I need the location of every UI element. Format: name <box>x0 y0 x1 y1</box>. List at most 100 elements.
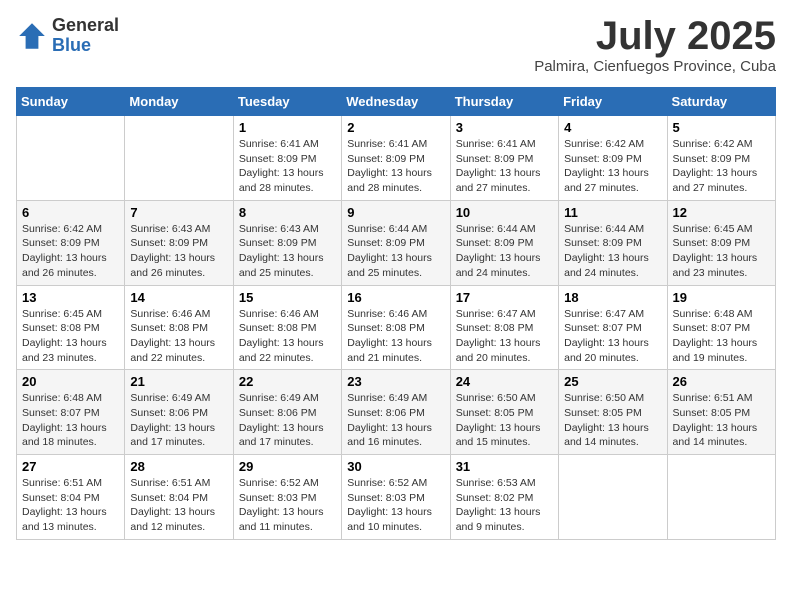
day-info: Sunrise: 6:43 AM Sunset: 8:09 PM Dayligh… <box>239 222 336 281</box>
day-info: Sunrise: 6:46 AM Sunset: 8:08 PM Dayligh… <box>347 307 444 366</box>
day-number: 20 <box>22 374 119 389</box>
day-number: 15 <box>239 290 336 305</box>
calendar-cell: 5 Sunrise: 6:42 AM Sunset: 8:09 PM Daylig… <box>667 116 775 201</box>
calendar-body: 1 Sunrise: 6:41 AM Sunset: 8:09 PM Daylig… <box>17 116 776 540</box>
calendar-cell: 16Sunrise: 6:46 AM Sunset: 8:08 PM Dayli… <box>342 285 450 370</box>
calendar-cell: 24 Sunrise: 6:50 AM Sunset: 8:05 PM Dayli… <box>450 370 558 455</box>
day-info: Sunrise: 6:47 AM Sunset: 8:08 PM Dayligh… <box>456 307 553 366</box>
day-info: Sunrise: 6:46 AM Sunset: 8:08 PM Dayligh… <box>239 307 336 366</box>
day-number: 4 <box>564 120 661 135</box>
calendar-cell: 11 Sunrise: 6:44 AM Sunset: 8:09 PM Dayli… <box>559 200 667 285</box>
day-number: 28 <box>130 459 227 474</box>
calendar-cell: 4 Sunrise: 6:42 AM Sunset: 8:09 PM Daylig… <box>559 116 667 201</box>
calendar-cell: 29Sunrise: 6:52 AM Sunset: 8:03 PM Dayli… <box>233 455 341 540</box>
calendar-cell: 3Sunrise: 6:41 AM Sunset: 8:09 PM Daylig… <box>450 116 558 201</box>
calendar-cell: 1 Sunrise: 6:41 AM Sunset: 8:09 PM Daylig… <box>233 116 341 201</box>
logo-text: General Blue <box>52 16 119 56</box>
calendar-week-row: 1 Sunrise: 6:41 AM Sunset: 8:09 PM Daylig… <box>17 116 776 201</box>
calendar-cell: 18 Sunrise: 6:47 AM Sunset: 8:07 PM Dayli… <box>559 285 667 370</box>
weekday-header: Monday <box>125 88 233 116</box>
day-info: Sunrise: 6:51 AM Sunset: 8:04 PM Dayligh… <box>130 476 227 535</box>
day-info: Sunrise: 6:49 AM Sunset: 8:06 PM Dayligh… <box>347 391 444 450</box>
weekday-header-row: SundayMondayTuesdayWednesdayThursdayFrid… <box>17 88 776 116</box>
calendar-cell: 19Sunrise: 6:48 AM Sunset: 8:07 PM Dayli… <box>667 285 775 370</box>
day-number: 17 <box>456 290 553 305</box>
weekday-header: Thursday <box>450 88 558 116</box>
day-number: 5 <box>673 120 770 135</box>
day-number: 1 <box>239 120 336 135</box>
day-number: 11 <box>564 205 661 220</box>
calendar-table: SundayMondayTuesdayWednesdayThursdayFrid… <box>16 87 776 540</box>
calendar-cell: 31 Sunrise: 6:53 AM Sunset: 8:02 PM Dayli… <box>450 455 558 540</box>
weekday-header: Wednesday <box>342 88 450 116</box>
calendar-week-row: 27 Sunrise: 6:51 AM Sunset: 8:04 PM Dayli… <box>17 455 776 540</box>
calendar-week-row: 6Sunrise: 6:42 AM Sunset: 8:09 PM Daylig… <box>17 200 776 285</box>
day-info: Sunrise: 6:49 AM Sunset: 8:06 PM Dayligh… <box>130 391 227 450</box>
day-info: Sunrise: 6:52 AM Sunset: 8:03 PM Dayligh… <box>347 476 444 535</box>
day-number: 2 <box>347 120 444 135</box>
calendar-cell: 7 Sunrise: 6:43 AM Sunset: 8:09 PM Daylig… <box>125 200 233 285</box>
day-number: 31 <box>456 459 553 474</box>
day-number: 25 <box>564 374 661 389</box>
calendar-cell: 23Sunrise: 6:49 AM Sunset: 8:06 PM Dayli… <box>342 370 450 455</box>
day-number: 7 <box>130 205 227 220</box>
calendar-cell: 8Sunrise: 6:43 AM Sunset: 8:09 PM Daylig… <box>233 200 341 285</box>
calendar-cell: 21 Sunrise: 6:49 AM Sunset: 8:06 PM Dayli… <box>125 370 233 455</box>
calendar-cell: 2 Sunrise: 6:41 AM Sunset: 8:09 PM Daylig… <box>342 116 450 201</box>
title-block: July 2025 Palmira, Cienfuegos Province, … <box>534 16 776 75</box>
logo: General Blue <box>16 16 119 56</box>
day-info: Sunrise: 6:44 AM Sunset: 8:09 PM Dayligh… <box>456 222 553 281</box>
day-number: 21 <box>130 374 227 389</box>
day-info: Sunrise: 6:44 AM Sunset: 8:09 PM Dayligh… <box>347 222 444 281</box>
day-number: 12 <box>673 205 770 220</box>
calendar-week-row: 13 Sunrise: 6:45 AM Sunset: 8:08 PM Dayli… <box>17 285 776 370</box>
day-number: 30 <box>347 459 444 474</box>
calendar-cell: 22 Sunrise: 6:49 AM Sunset: 8:06 PM Dayli… <box>233 370 341 455</box>
day-info: Sunrise: 6:49 AM Sunset: 8:06 PM Dayligh… <box>239 391 336 450</box>
day-number: 27 <box>22 459 119 474</box>
day-info: Sunrise: 6:50 AM Sunset: 8:05 PM Dayligh… <box>456 391 553 450</box>
day-number: 18 <box>564 290 661 305</box>
day-info: Sunrise: 6:45 AM Sunset: 8:08 PM Dayligh… <box>22 307 119 366</box>
day-info: Sunrise: 6:42 AM Sunset: 8:09 PM Dayligh… <box>673 137 770 196</box>
calendar-cell: 14 Sunrise: 6:46 AM Sunset: 8:08 PM Dayli… <box>125 285 233 370</box>
calendar-week-row: 20Sunrise: 6:48 AM Sunset: 8:07 PM Dayli… <box>17 370 776 455</box>
day-info: Sunrise: 6:53 AM Sunset: 8:02 PM Dayligh… <box>456 476 553 535</box>
day-info: Sunrise: 6:43 AM Sunset: 8:09 PM Dayligh… <box>130 222 227 281</box>
day-info: Sunrise: 6:51 AM Sunset: 8:04 PM Dayligh… <box>22 476 119 535</box>
day-info: Sunrise: 6:41 AM Sunset: 8:09 PM Dayligh… <box>456 137 553 196</box>
calendar-cell: 17 Sunrise: 6:47 AM Sunset: 8:08 PM Dayli… <box>450 285 558 370</box>
weekday-header: Saturday <box>667 88 775 116</box>
day-info: Sunrise: 6:44 AM Sunset: 8:09 PM Dayligh… <box>564 222 661 281</box>
day-info: Sunrise: 6:47 AM Sunset: 8:07 PM Dayligh… <box>564 307 661 366</box>
calendar-cell: 27 Sunrise: 6:51 AM Sunset: 8:04 PM Dayli… <box>17 455 125 540</box>
calendar-cell: 12Sunrise: 6:45 AM Sunset: 8:09 PM Dayli… <box>667 200 775 285</box>
day-number: 24 <box>456 374 553 389</box>
day-number: 14 <box>130 290 227 305</box>
calendar-cell: 13 Sunrise: 6:45 AM Sunset: 8:08 PM Dayli… <box>17 285 125 370</box>
weekday-header: Sunday <box>17 88 125 116</box>
day-number: 6 <box>22 205 119 220</box>
day-info: Sunrise: 6:46 AM Sunset: 8:08 PM Dayligh… <box>130 307 227 366</box>
day-info: Sunrise: 6:41 AM Sunset: 8:09 PM Dayligh… <box>347 137 444 196</box>
day-info: Sunrise: 6:50 AM Sunset: 8:05 PM Dayligh… <box>564 391 661 450</box>
calendar-cell: 6Sunrise: 6:42 AM Sunset: 8:09 PM Daylig… <box>17 200 125 285</box>
logo-blue: Blue <box>52 36 119 56</box>
logo-general: General <box>52 16 119 36</box>
day-info: Sunrise: 6:41 AM Sunset: 8:09 PM Dayligh… <box>239 137 336 196</box>
calendar-cell <box>559 455 667 540</box>
day-number: 13 <box>22 290 119 305</box>
day-info: Sunrise: 6:42 AM Sunset: 8:09 PM Dayligh… <box>564 137 661 196</box>
weekday-header: Tuesday <box>233 88 341 116</box>
day-number: 10 <box>456 205 553 220</box>
calendar-cell: 25 Sunrise: 6:50 AM Sunset: 8:05 PM Dayli… <box>559 370 667 455</box>
calendar-cell <box>125 116 233 201</box>
calendar-cell: 28 Sunrise: 6:51 AM Sunset: 8:04 PM Dayli… <box>125 455 233 540</box>
day-number: 9 <box>347 205 444 220</box>
day-number: 22 <box>239 374 336 389</box>
logo-icon <box>16 20 48 52</box>
day-number: 29 <box>239 459 336 474</box>
calendar-cell: 9 Sunrise: 6:44 AM Sunset: 8:09 PM Daylig… <box>342 200 450 285</box>
calendar-cell <box>17 116 125 201</box>
weekday-header: Friday <box>559 88 667 116</box>
